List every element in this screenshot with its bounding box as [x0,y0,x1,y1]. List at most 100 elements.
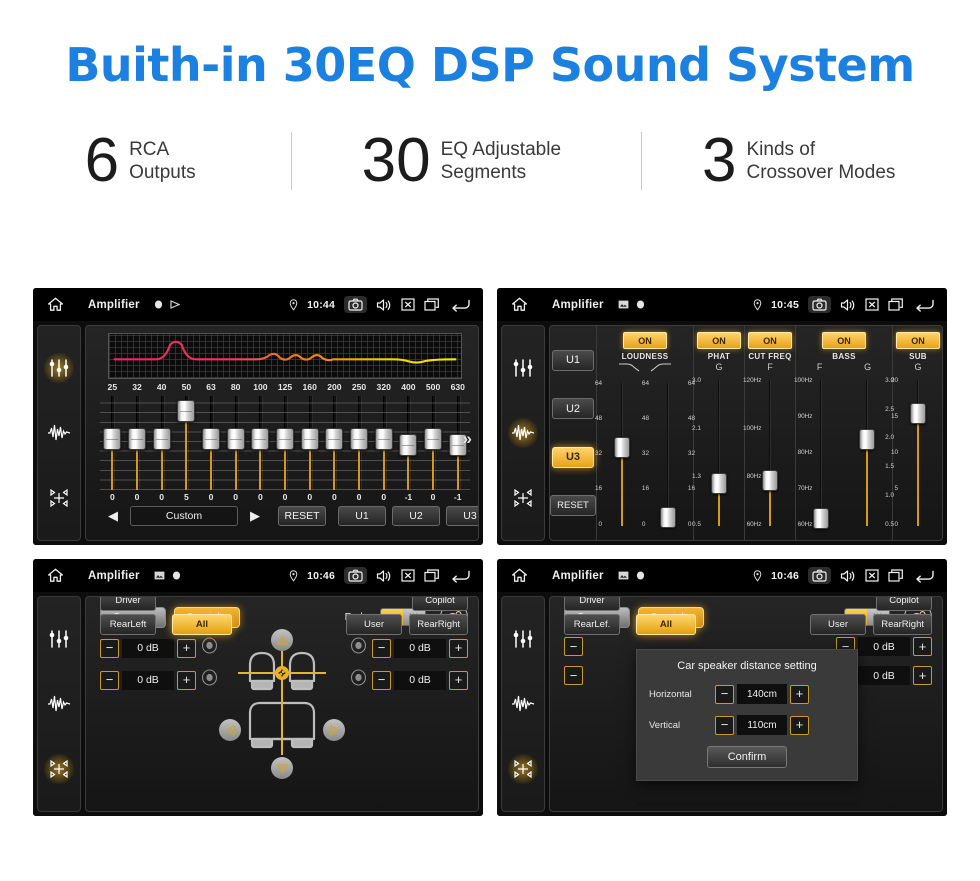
sidebar-item-waveform[interactable] [44,418,74,448]
eq-slider-200[interactable]: 0 [322,396,347,502]
home-icon[interactable] [47,568,64,583]
plus-button[interactable]: + [449,638,468,658]
minus-button[interactable]: − [564,637,583,656]
camera-icon[interactable] [808,567,831,584]
sidebar-item-balance[interactable] [44,483,74,513]
minus-button[interactable]: − [372,670,391,690]
preset-u3-button[interactable]: U3 [446,506,478,526]
plus-button[interactable]: + [913,666,932,685]
back-icon[interactable] [449,569,471,583]
cut-freq-slider[interactable]: 120Hz 100Hz 80Hz 60Hz [743,374,793,534]
preset-name[interactable]: Custom [130,506,238,526]
loudness-slider-left[interactable]: 64 48 32 16 0 64 48 32 16 0 [595,377,649,534]
home-icon[interactable] [511,568,528,583]
seat-button-all[interactable]: All [636,614,696,635]
recents-icon[interactable] [888,298,904,311]
preset-prev-button[interactable]: ◀ [102,508,124,524]
camera-icon[interactable] [808,296,831,313]
eq-slider-100[interactable]: 0 [248,396,273,502]
cut-freq-on-button[interactable]: ON [748,332,792,349]
eq-slider-250[interactable]: 0 [346,396,372,502]
volume-icon[interactable] [840,569,856,583]
minus-button[interactable]: − [715,715,734,735]
plus-button[interactable]: + [790,715,809,735]
sidebar-item-waveform[interactable] [508,689,538,719]
recents-icon[interactable] [424,569,440,582]
preset-u1-button[interactable]: U1 [552,349,594,371]
move-up-button[interactable] [271,629,293,651]
eq-slider-125[interactable]: 0 [272,396,298,502]
minus-button[interactable]: − [100,638,119,658]
close-box-icon[interactable] [865,569,879,582]
volume-icon[interactable] [376,298,392,312]
eq-slider-80[interactable]: 0 [223,396,249,502]
home-icon[interactable] [511,297,528,312]
preset-u3-button[interactable]: U3 [552,446,594,468]
plus-button[interactable]: + [449,670,468,690]
seat-button-rearright[interactable]: RearRight [409,614,468,635]
close-box-icon[interactable] [401,298,415,311]
bass-gain-slider[interactable]: 3.0 2.5 2.0 1.5 1.0 0.5 [844,374,894,534]
eq-slider-32[interactable]: 0 [124,396,150,502]
seat-button-rearleft[interactable]: RearLeft [100,614,156,635]
bass-on-button[interactable]: ON [822,332,866,349]
sidebar-item-waveform[interactable] [508,417,538,448]
sidebar-item-balance[interactable] [508,753,538,784]
seat-button-rearleft[interactable]: RearLef. [564,614,620,635]
seat-button-copilot[interactable]: Copilot [876,597,932,611]
seat-button-copilot[interactable]: Copilot [412,597,468,611]
back-icon[interactable] [449,298,471,312]
minus-button[interactable]: − [372,638,391,658]
sidebar-item-eq[interactable] [44,624,74,654]
plus-button[interactable]: + [913,637,932,656]
confirm-button[interactable]: Confirm [707,746,787,768]
volume-icon[interactable] [376,569,392,583]
minus-button[interactable]: − [564,666,583,685]
sidebar-item-balance[interactable] [508,483,538,513]
camera-icon[interactable] [344,296,367,313]
plus-button[interactable]: + [177,638,196,658]
loudness-on-button[interactable]: ON [623,332,667,349]
eq-slider-50[interactable]: 5 [174,396,199,502]
eq-slider-40[interactable]: 0 [149,396,175,502]
bass-freq-slider[interactable]: 100Hz 90Hz 80Hz 70Hz 60Hz [794,374,844,534]
seat-button-driver[interactable]: Driver [564,597,620,611]
preset-u2-button[interactable]: U2 [392,506,440,526]
sidebar-item-eq[interactable] [508,353,538,383]
close-box-icon[interactable] [401,569,415,582]
home-icon[interactable] [47,297,64,312]
eq-slider-400[interactable]: -1 [396,396,421,502]
move-left-button[interactable] [219,719,241,741]
seat-button-user[interactable]: User [810,614,866,635]
next-page-chevron-icon[interactable]: » [463,430,472,447]
seat-button-user[interactable]: User [346,614,402,635]
sidebar-item-eq[interactable] [508,624,538,654]
move-right-button[interactable] [323,719,345,741]
back-icon[interactable] [913,298,935,312]
back-icon[interactable] [913,569,935,583]
car-seat-map[interactable] [219,629,345,781]
sidebar-item-waveform[interactable] [44,689,74,719]
loudness-slider-right[interactable]: 64 48 32 16 0 [645,377,695,534]
sub-slider[interactable]: 20 15 10 5 0 [891,374,941,534]
volume-icon[interactable] [840,298,856,312]
minus-button[interactable]: − [715,684,734,704]
phat-slider[interactable]: 3.0 2.1 1.3 0.5 [692,374,742,534]
seat-button-rearright[interactable]: RearRight [873,614,932,635]
preset-u2-button[interactable]: U2 [552,398,594,420]
preset-u1-button[interactable]: U1 [338,506,386,526]
plus-button[interactable]: + [177,670,196,690]
recents-icon[interactable] [424,298,440,311]
reset-button[interactable]: RESET [278,506,326,526]
sidebar-item-balance[interactable] [44,753,74,784]
reset-button[interactable]: RESET [550,495,596,517]
eq-slider-25[interactable]: 0 [100,396,125,502]
seat-button-all[interactable]: All [172,614,232,635]
phat-on-button[interactable]: ON [697,332,741,349]
eq-slider-630[interactable]: -1 [445,396,471,502]
close-box-icon[interactable] [865,298,879,311]
plus-button[interactable]: + [790,684,809,704]
eq-slider-63[interactable]: 0 [198,396,224,502]
seat-button-driver[interactable]: Driver [100,597,156,611]
recents-icon[interactable] [888,569,904,582]
